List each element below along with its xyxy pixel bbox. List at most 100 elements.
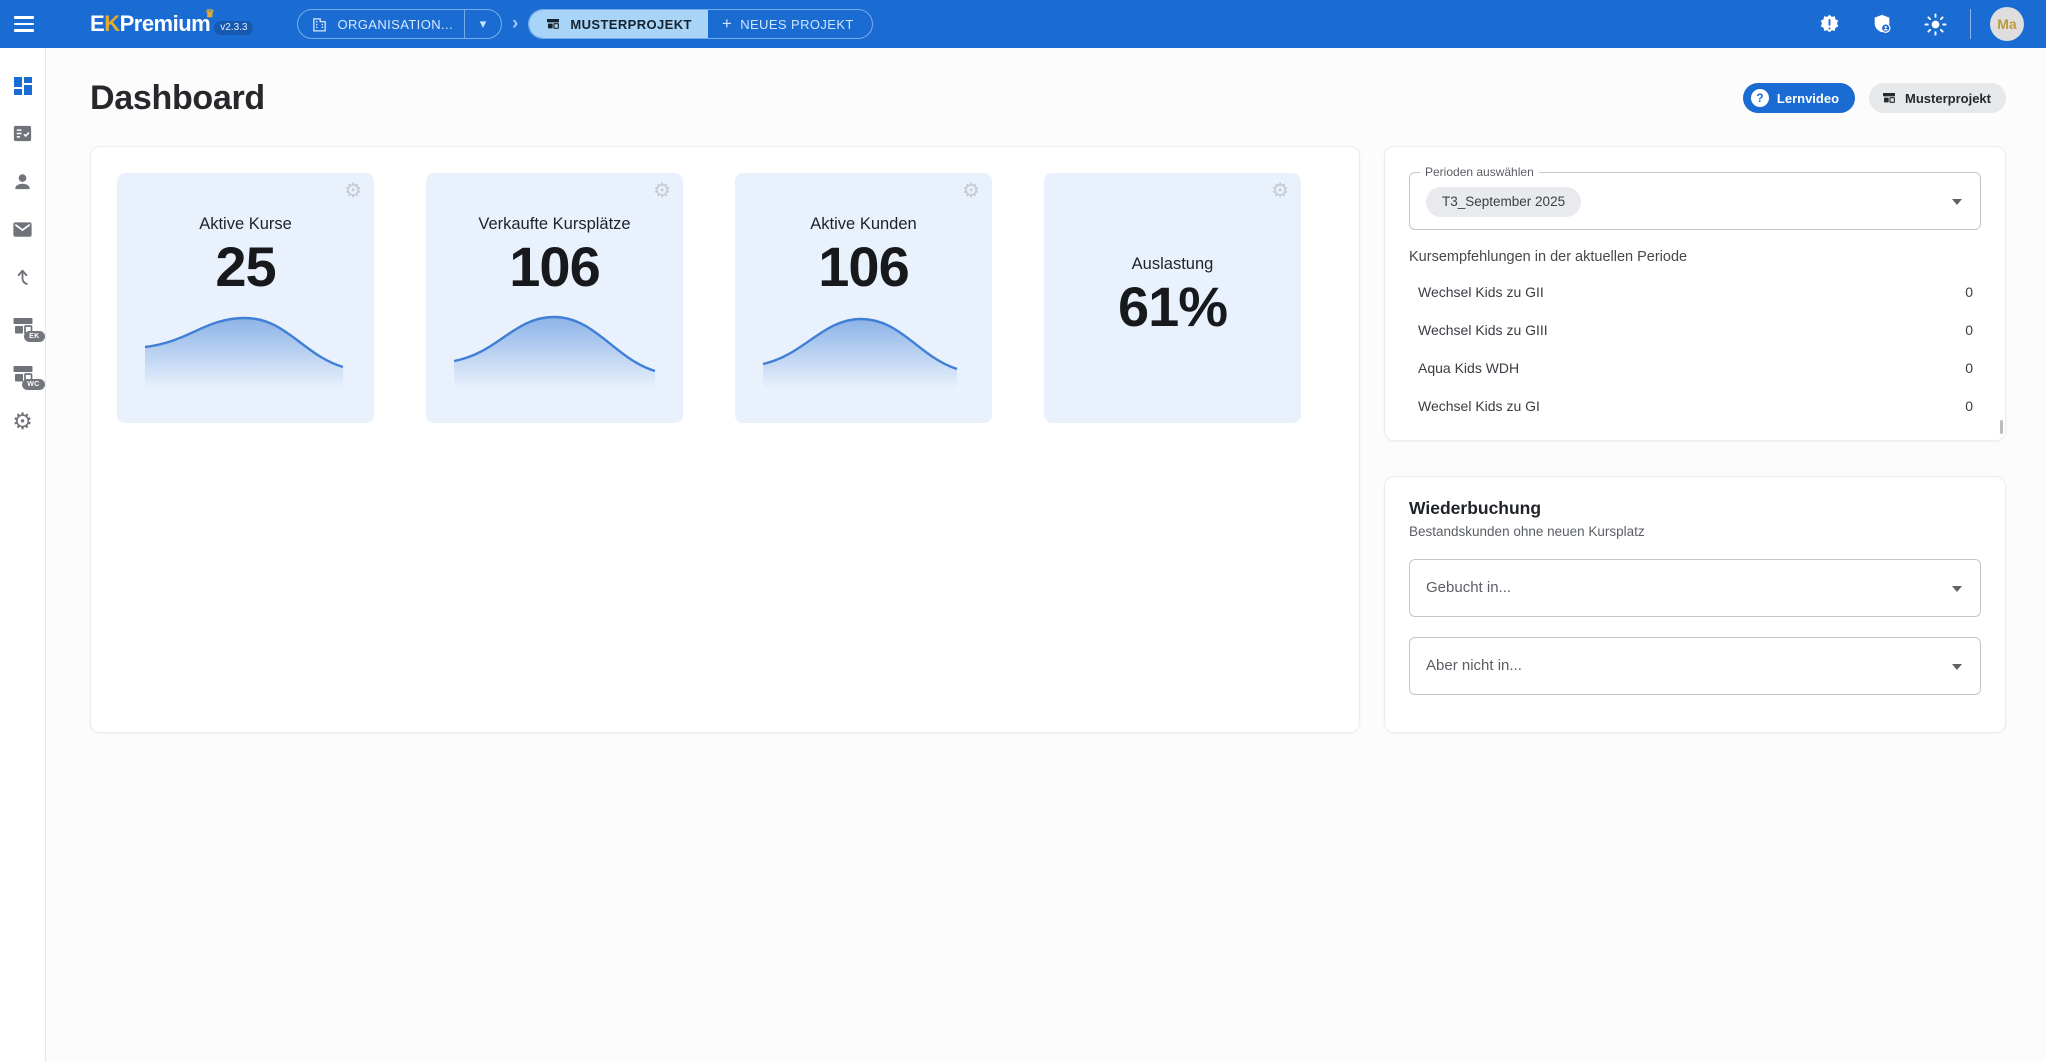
recommendations-title: Kursempfehlungen in der aktuellen Period… — [1409, 249, 1981, 265]
merge-icon — [11, 266, 34, 289]
card-settings-icon[interactable]: ⚙ — [653, 181, 671, 201]
musterprojekt-button[interactable]: Musterprojekt — [1869, 83, 2006, 113]
bell-curve-chart — [749, 309, 978, 389]
scrollbar-thumb[interactable] — [2000, 420, 2003, 434]
plus-icon: + — [722, 14, 732, 34]
sidebar-item-project-ek[interactable]: EK — [9, 313, 37, 338]
stat-label: Aktive Kurse — [117, 215, 374, 234]
stat-label: Verkaufte Kursplätze — [426, 215, 683, 234]
sidebar-item-merge[interactable] — [9, 265, 37, 290]
booked-in-placeholder: Gebucht in... — [1426, 579, 1511, 596]
reco-label: Wechsel Kids zu GIII — [1418, 322, 1548, 338]
right-panel: Perioden auswählen T3_September 2025 Kur… — [1384, 146, 2006, 733]
fact-check-icon — [11, 122, 34, 145]
active-project-label: MUSTERPROJEKT — [570, 17, 692, 32]
chevron-down-icon — [1952, 586, 1962, 592]
project-icon — [545, 16, 561, 32]
list-item[interactable]: Wechsel Kids zu GII 0 — [1409, 273, 1981, 311]
app-logo: EKPremium♛ v2.3.3 — [90, 12, 253, 36]
recommendations-list: Wechsel Kids zu GII 0 Wechsel Kids zu GI… — [1409, 273, 1981, 425]
stat-label: Aktive Kunden — [735, 215, 992, 234]
breadcrumb-chevron-icon: › — [512, 13, 518, 35]
not-in-placeholder: Aber nicht in... — [1426, 657, 1522, 674]
reco-count: 0 — [1965, 398, 1973, 414]
project-tabs: MUSTERPROJEKT + NEUES PROJEKT — [528, 9, 872, 39]
notifications-button[interactable] — [1817, 12, 1841, 36]
stat-card-verkaufte-kursplaetze: ⚙ Verkaufte Kursplätze 106 — [426, 173, 683, 423]
rebooking-title: Wiederbuchung — [1409, 498, 1981, 519]
new-project-label: NEUES PROJEKT — [740, 17, 854, 32]
version-badge: v2.3.3 — [214, 21, 253, 35]
period-select[interactable]: Perioden auswählen T3_September 2025 — [1409, 172, 1981, 230]
bell-curve-chart — [131, 309, 360, 389]
sidebar-item-settings[interactable]: ⚙ — [9, 409, 37, 434]
rebooking-subtitle: Bestandskunden ohne neuen Kursplatz — [1409, 524, 1981, 539]
period-panel: Perioden auswählen T3_September 2025 Kur… — [1384, 146, 2006, 441]
shield-user-icon — [1871, 13, 1893, 35]
stat-card-auslastung: ⚙ Auslastung 61% — [1044, 173, 1301, 423]
organisation-label: ORGANISATION... — [337, 17, 453, 32]
page-title: Dashboard — [90, 79, 265, 118]
person-icon — [11, 170, 34, 193]
reco-count: 0 — [1965, 360, 1973, 376]
sidebar-item-project-wc[interactable]: WC — [9, 361, 37, 386]
logo-text: EK — [90, 11, 120, 36]
stat-value: 106 — [426, 236, 683, 298]
list-item[interactable]: Aqua Kids WDH 0 — [1409, 349, 1981, 387]
stat-value: 25 — [117, 236, 374, 298]
bell-curve-chart — [440, 309, 669, 389]
sidebar-item-mail[interactable] — [9, 217, 37, 242]
stat-value: 61% — [1044, 276, 1301, 338]
gear-icon: ⚙ — [12, 410, 33, 433]
reco-label: Aqua Kids WDH — [1418, 360, 1519, 376]
sidebar-item-customers[interactable] — [9, 169, 37, 194]
tab-musterprojekt[interactable]: MUSTERPROJEKT — [529, 10, 708, 38]
sidebar: EK WC ⚙ — [0, 48, 46, 1062]
selected-period-chip: T3_September 2025 — [1426, 187, 1581, 217]
badge-wc: WC — [22, 379, 44, 390]
sidebar-item-dashboard[interactable] — [9, 73, 37, 98]
alert-badge-icon — [1818, 13, 1841, 36]
reco-count: 0 — [1965, 284, 1973, 300]
theme-toggle-button[interactable] — [1923, 12, 1947, 36]
chevron-down-icon[interactable]: ▾ — [465, 16, 501, 32]
help-icon: ? — [1751, 89, 1769, 107]
stat-card-aktive-kunden: ⚙ Aktive Kunden 106 — [735, 173, 992, 423]
card-settings-icon[interactable]: ⚙ — [1271, 181, 1289, 201]
rebooking-panel: Wiederbuchung Bestandskunden ohne neuen … — [1384, 476, 2006, 733]
lernvideo-button[interactable]: ? Lernvideo — [1743, 83, 1855, 113]
avatar[interactable]: Ma — [1990, 7, 2024, 41]
chevron-down-icon — [1952, 664, 1962, 670]
dashboard-icon — [11, 74, 35, 98]
musterprojekt-label: Musterprojekt — [1905, 91, 1991, 106]
chevron-down-icon — [1952, 199, 1962, 205]
sidebar-item-courses[interactable] — [9, 121, 37, 146]
lernvideo-label: Lernvideo — [1777, 91, 1839, 106]
list-item[interactable]: Wechsel Kids zu GIII 0 — [1409, 311, 1981, 349]
sun-icon — [1924, 13, 1947, 36]
topbar: EKPremium♛ v2.3.3 ORGANISATION... ▾ › MU… — [0, 0, 2046, 48]
stat-label: Auslastung — [1044, 255, 1301, 274]
building-icon — [311, 16, 328, 33]
main-content: Dashboard ? Lernvideo Musterprojekt ⚙ Ak… — [46, 48, 2046, 1062]
reco-label: Wechsel Kids zu GII — [1418, 284, 1544, 300]
support-button[interactable] — [1870, 12, 1894, 36]
card-settings-icon[interactable]: ⚙ — [962, 181, 980, 201]
reco-count: 0 — [1965, 322, 1973, 338]
tab-neues-projekt[interactable]: + NEUES PROJEKT — [708, 10, 872, 38]
booked-in-select[interactable]: Gebucht in... — [1409, 559, 1981, 617]
mail-icon — [11, 218, 34, 241]
not-in-select[interactable]: Aber nicht in... — [1409, 637, 1981, 695]
organisation-selector[interactable]: ORGANISATION... ▾ — [297, 9, 502, 39]
stat-value: 106 — [735, 236, 992, 298]
topbar-divider — [1970, 9, 1971, 39]
crown-icon: ♛ — [205, 2, 214, 26]
card-settings-icon[interactable]: ⚙ — [344, 181, 362, 201]
project-icon — [1881, 90, 1897, 106]
menu-icon[interactable] — [14, 12, 38, 36]
period-select-label: Perioden auswählen — [1420, 165, 1539, 179]
list-item[interactable]: Wechsel Kids zu GI 0 — [1409, 387, 1981, 425]
stat-card-aktive-kurse: ⚙ Aktive Kurse 25 — [117, 173, 374, 423]
reco-label: Wechsel Kids zu GI — [1418, 398, 1540, 414]
stats-card-container: ⚙ Aktive Kurse 25 ⚙ Verkaufte Kursplätze… — [90, 146, 1360, 733]
